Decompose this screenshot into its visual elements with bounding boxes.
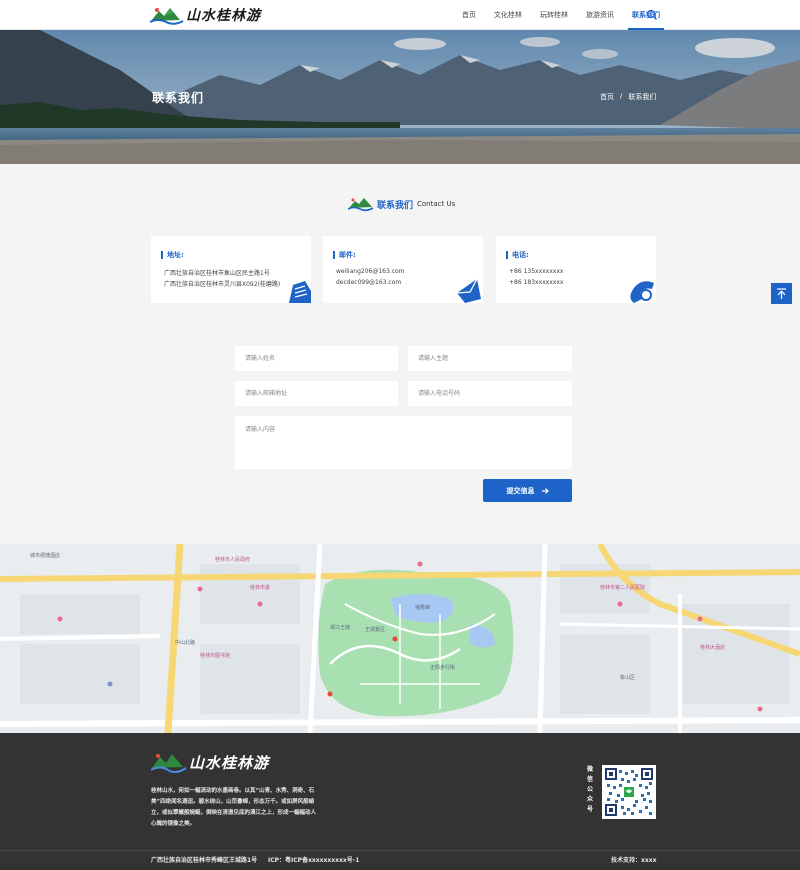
name-input[interactable] — [235, 346, 398, 371]
footer-logo-text: 山水桂林游 — [189, 753, 270, 772]
site-logo[interactable]: 山水桂林游 — [150, 3, 261, 27]
footer-address: 广西壮族自治区桂林市秀峰区王城路1号 — [151, 857, 258, 864]
card-label: 地址: — [161, 250, 184, 260]
nav-culture[interactable]: 文化桂林 — [494, 0, 522, 30]
location-map[interactable]: 城市便捷酒店 桂林市人民政府 桂林市委 王城景区 正阳步行街 中山北路 桂林市图… — [0, 544, 800, 733]
map-label: 桂林市委 — [250, 585, 271, 591]
breadcrumb-home[interactable]: 首页 — [600, 92, 614, 102]
email-card: 邮件: weiliang206@163.com decdec099@163.co… — [323, 236, 483, 303]
card-line: +86 135xxxxxxxx — [509, 268, 564, 275]
card-line: 广西壮族自治区桂林市灵川县X092(桂磨路) — [164, 281, 281, 288]
site-header: 山水桂林游 首页 文化桂林 玩转桂林 旅游资讯 联系我们 — [0, 0, 800, 30]
mountain-logo-icon — [348, 198, 374, 212]
mountain-logo-icon — [151, 754, 187, 773]
map-label: 桂林市人民政府 — [215, 557, 251, 563]
phone-icon — [630, 281, 654, 303]
map-label: 城市便捷酒店 — [30, 553, 61, 559]
logo-text: 山水桂林游 — [186, 8, 261, 24]
back-to-top-button[interactable] — [771, 283, 792, 304]
nav-play[interactable]: 玩转桂林 — [540, 0, 568, 30]
footer-icp[interactable]: ICP：粤ICP备xxxxxxxxxx号-1 — [268, 855, 359, 864]
site-footer: 山水桂林游 桂林山水，宛如一幅流动的水墨画卷。以其“山青、水秀、洞奇、石美”四绝… — [0, 733, 800, 870]
phone-card: 电话: +86 135xxxxxxxx +86 183xxxxxxxx — [496, 236, 656, 303]
breadcrumb-separator: / — [620, 92, 623, 100]
card-label: 邮件: — [333, 250, 356, 260]
section-title-en: Contact Us — [417, 200, 456, 208]
footer-divider — [0, 850, 800, 851]
map-label: 中山北路 — [175, 640, 196, 646]
mountain-lake-banner-image — [0, 30, 800, 164]
map-label: 靖江王城 — [330, 625, 351, 631]
card-line[interactable]: decdec099@163.com — [336, 279, 401, 286]
card-label: 电话: — [506, 250, 529, 260]
submit-button[interactable]: 提交信息 — [483, 479, 572, 502]
card-line: +86 183xxxxxxxx — [509, 279, 564, 286]
search-icon[interactable] — [646, 9, 658, 21]
subject-input[interactable] — [408, 346, 572, 371]
footer-logo[interactable]: 山水桂林游 — [151, 751, 269, 773]
email-input[interactable] — [235, 381, 398, 406]
content-textarea[interactable] — [235, 416, 572, 469]
footer-description: 桂林山水，宛如一幅流动的水墨画卷。以其“山青、水秀、洞奇、石美”四绝闻名遐迩。碧… — [151, 788, 317, 827]
map-label: 桂林市第二人民医院 — [600, 585, 646, 591]
breadcrumb-current: 联系我们 — [628, 93, 657, 101]
nav-news[interactable]: 旅游资讯 — [586, 0, 614, 30]
footer-tech-support: 技术支持：xxxx — [611, 857, 657, 864]
qrcode-image — [605, 768, 653, 816]
map-label: 象山区 — [620, 675, 636, 681]
arrow-up-icon — [777, 288, 786, 299]
section-title-cn: 联系我们 — [377, 200, 414, 211]
arrow-right-icon — [541, 487, 549, 494]
map-label: 正阳步行街 — [430, 665, 456, 671]
phone-input[interactable] — [408, 381, 572, 406]
card-line[interactable]: weiliang206@163.com — [336, 268, 405, 275]
submit-label: 提交信息 — [506, 486, 535, 495]
breadcrumb: 首页 / 联系我们 — [600, 92, 656, 102]
mountain-logo-icon — [150, 8, 184, 25]
nav-home[interactable]: 首页 — [462, 0, 476, 30]
building-icon — [289, 281, 311, 303]
page-banner: 联系我们 首页 / 联系我们 — [0, 30, 800, 164]
map-label: 桂林大酒店 — [700, 645, 726, 651]
wechat-label: 微信公众号 — [586, 766, 593, 813]
map-image — [0, 544, 800, 733]
main-nav: 首页 文化桂林 玩转桂林 旅游资讯 联系我们 — [444, 0, 664, 30]
mail-icon — [456, 278, 481, 303]
page-title: 联系我们 — [152, 91, 205, 105]
map-label: 王城景区 — [365, 627, 386, 633]
map-label: 桂林市图书馆 — [200, 653, 231, 659]
address-card: 地址: 广西壮族自治区桂林市象山区民主路1号 广西壮族自治区桂林市灵川县X092… — [151, 236, 311, 303]
wechat-qrcode — [602, 765, 656, 819]
card-line: 广西壮族自治区桂林市象山区民主路1号 — [164, 270, 270, 277]
section-heading: 联系我们 Contact Us — [348, 196, 455, 212]
map-label: 独秀峰 — [415, 605, 431, 611]
